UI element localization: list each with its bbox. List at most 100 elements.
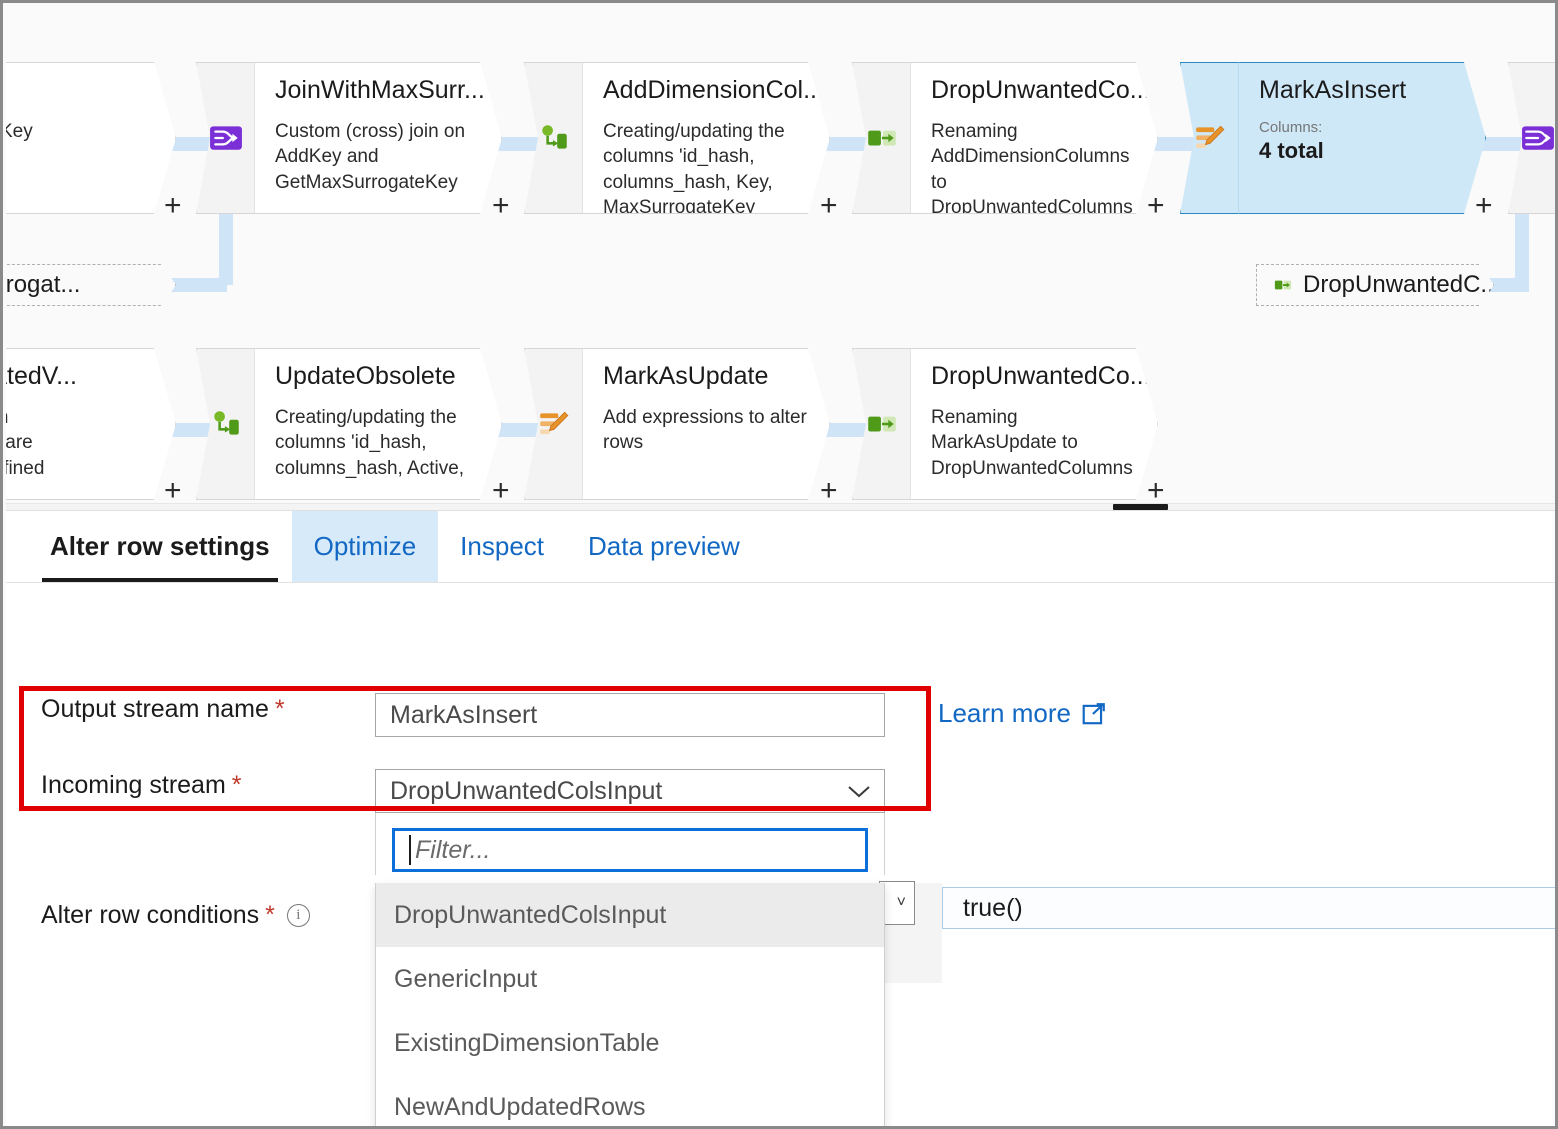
node-description: new key Key from 1: [12, 120, 33, 142]
node-title: AddDimensionCol...: [603, 76, 824, 104]
node-title: orUpdatedV...: [6, 362, 77, 390]
node-title: DropUnwantedCo...: [931, 362, 1151, 390]
node-title: DropUnwantedCo...: [931, 76, 1151, 104]
dropdown-option-label: ExistingDimensionTable: [394, 1028, 660, 1057]
dropdown-option-genericinput[interactable]: GenericInput: [376, 947, 884, 1011]
incoming-stream-option-list[interactable]: DropUnwantedColsInput GenericInput Exist…: [375, 883, 885, 1126]
required-marker: *: [265, 901, 275, 929]
derived-column-icon: [196, 348, 254, 500]
tab-alter-row-settings[interactable]: Alter row settings: [28, 511, 292, 582]
alter-row-icon: [1180, 62, 1238, 214]
ghost-label: etMaxSurrogat...: [6, 271, 81, 298]
node-columns-value: 4 total: [1259, 137, 1324, 163]
dropdown-option-label: DropUnwantedColsInput: [394, 900, 667, 929]
node-description: Renaming AddDimensionColumns to DropUnwa…: [931, 120, 1133, 214]
canvas-node-dropunwantedcolumns-bottom[interactable]: DropUnwantedCo... Renaming MarkAsUpdate …: [852, 348, 1158, 500]
tab-label: Data preview: [588, 531, 740, 561]
union-icon-glyph: [1521, 126, 1554, 150]
alter-row-icon-glyph: [1195, 125, 1224, 149]
derived-column-icon-glyph: [213, 411, 239, 435]
canvas-node-markasupdate[interactable]: MarkAsUpdate Add expressions to alter ro…: [524, 348, 830, 500]
dropdown-filter-placeholder: Filter...: [415, 835, 491, 864]
node-columns-label: Columns:: [1259, 118, 1323, 136]
tab-data-preview[interactable]: Data preview: [566, 511, 762, 582]
connector-link: [169, 278, 227, 292]
canvas-node-union-right[interactable]: [1508, 62, 1555, 214]
node-description: Add expressions to alter rows: [603, 406, 807, 454]
splitter-grip-handle[interactable]: [1113, 504, 1168, 510]
node-title: MarkAsUpdate: [603, 362, 769, 390]
external-link-icon: [1082, 702, 1105, 724]
canvas-node-dropunwantedcolumns-top[interactable]: DropUnwantedCo... Renaming AddDimensionC…: [852, 62, 1158, 214]
dropdown-filter-input[interactable]: Filter...: [392, 828, 868, 872]
join-icon-glyph: [209, 126, 242, 150]
add-node-button[interactable]: +: [164, 476, 182, 504]
canvas-node-markasinsert[interactable]: MarkAsInsert Columns: 4 total: [1180, 62, 1486, 214]
add-node-button[interactable]: +: [1147, 191, 1165, 221]
incoming-stream-value: DropUnwantedColsInput: [390, 776, 663, 805]
tab-inspect[interactable]: Inspect: [438, 511, 566, 582]
output-stream-name-input[interactable]: MarkAsInsert: [375, 693, 885, 737]
app-frame: ey new key Key from 1 + JoinWithMaxSurr.…: [0, 0, 1558, 1129]
canvas-node-joinwithmaxsurrogatekey[interactable]: JoinWithMaxSurr... Custom (cross) join o…: [196, 62, 502, 214]
output-stream-name-label: Output stream name: [41, 695, 269, 723]
node-title: UpdateObsolete: [275, 362, 456, 390]
canvas-node-checkforupdatedversions[interactable]: orUpdatedV... rows from ed which are g i…: [6, 348, 176, 500]
tab-optimize[interactable]: Optimize: [291, 511, 439, 582]
node-description: Creating/updating the columns 'id_hash, …: [603, 120, 785, 214]
add-node-button[interactable]: +: [1475, 191, 1493, 221]
add-node-button[interactable]: +: [492, 476, 510, 504]
chevron-down-icon: ˅: [896, 894, 906, 911]
add-node-button[interactable]: +: [492, 191, 510, 221]
node-title: ey: [6, 77, 155, 105]
dropdown-option-label: NewAndUpdatedRows: [394, 1092, 646, 1121]
incoming-stream-label-group: Incoming stream *: [41, 771, 242, 800]
derived-column-icon: [524, 62, 582, 214]
add-node-button[interactable]: +: [820, 191, 838, 221]
tab-label: Optimize: [313, 531, 417, 561]
learn-more-link[interactable]: Learn more: [938, 698, 1107, 729]
node-description: rows from ed which are g in undefined: [6, 432, 45, 479]
panel-splitter[interactable]: [6, 503, 1555, 511]
settings-panel: Alter row settings Optimize Inspect Data…: [6, 511, 1555, 1126]
select-icon-glyph: [867, 416, 896, 432]
ghost-label: DropUnwantedC...: [1303, 271, 1501, 298]
node-description: Custom (cross) join on AddKey and GetMax…: [275, 120, 466, 193]
add-node-button[interactable]: +: [820, 476, 838, 504]
alter-row-condition-expression-input[interactable]: true(): [942, 887, 1555, 929]
dropdown-option-existingdimensiontable[interactable]: ExistingDimensionTable: [376, 1011, 884, 1075]
expression-value: true(): [963, 893, 1023, 922]
alter-row-icon-glyph: [539, 411, 568, 435]
node-description: Renaming MarkAsUpdate to DropUnwantedCol…: [931, 406, 1133, 479]
output-stream-name-label-group: Output stream name *: [41, 695, 285, 724]
incoming-stream-dropdown[interactable]: DropUnwantedColsInput: [375, 769, 885, 813]
join-icon: [196, 62, 254, 214]
ghost-ref-getmaxsurrogatekey[interactable]: etMaxSurrogat...: [6, 264, 176, 306]
canvas-node-adddimensioncolumns[interactable]: AddDimensionCol... Creating/updating the…: [524, 62, 830, 214]
ghost-ref-dropunwantedcols[interactable]: DropUnwantedC...: [1256, 264, 1494, 306]
node-title: MarkAsInsert: [1259, 76, 1407, 104]
output-stream-name-value: MarkAsInsert: [390, 700, 538, 729]
connector-link: [219, 206, 233, 285]
text-caret: [409, 835, 411, 865]
node-title: JoinWithMaxSurr...: [275, 76, 485, 104]
alter-row-conditions-label-group: Alter row conditions * i: [41, 901, 310, 930]
add-node-button[interactable]: +: [1147, 476, 1165, 504]
canvas-node-addkey[interactable]: ey new key Key from 1: [6, 62, 176, 214]
dropdown-option-label: GenericInput: [394, 964, 538, 993]
select-icon: [852, 62, 910, 214]
add-node-button[interactable]: +: [164, 191, 182, 221]
canvas-node-updateobsolete[interactable]: UpdateObsolete Creating/updating the col…: [196, 348, 502, 500]
alter-row-conditions-label: Alter row conditions: [41, 901, 260, 929]
chevron-down-icon: [848, 786, 870, 798]
node-description: Creating/updating the columns 'id_hash, …: [275, 406, 465, 479]
derived-column-icon-glyph: [541, 125, 567, 149]
settings-tab-bar: Alter row settings Optimize Inspect Data…: [6, 511, 1555, 583]
required-marker: *: [231, 771, 242, 799]
info-icon[interactable]: i: [286, 904, 310, 927]
dropdown-option-dropunwantedcolsinput[interactable]: DropUnwantedColsInput: [376, 883, 884, 947]
dropdown-option-newandupdatedrows[interactable]: NewAndUpdatedRows: [376, 1075, 884, 1126]
required-marker: *: [274, 695, 285, 723]
dataflow-canvas[interactable]: ey new key Key from 1 + JoinWithMaxSurr.…: [6, 6, 1555, 504]
learn-more-label: Learn more: [938, 698, 1071, 728]
